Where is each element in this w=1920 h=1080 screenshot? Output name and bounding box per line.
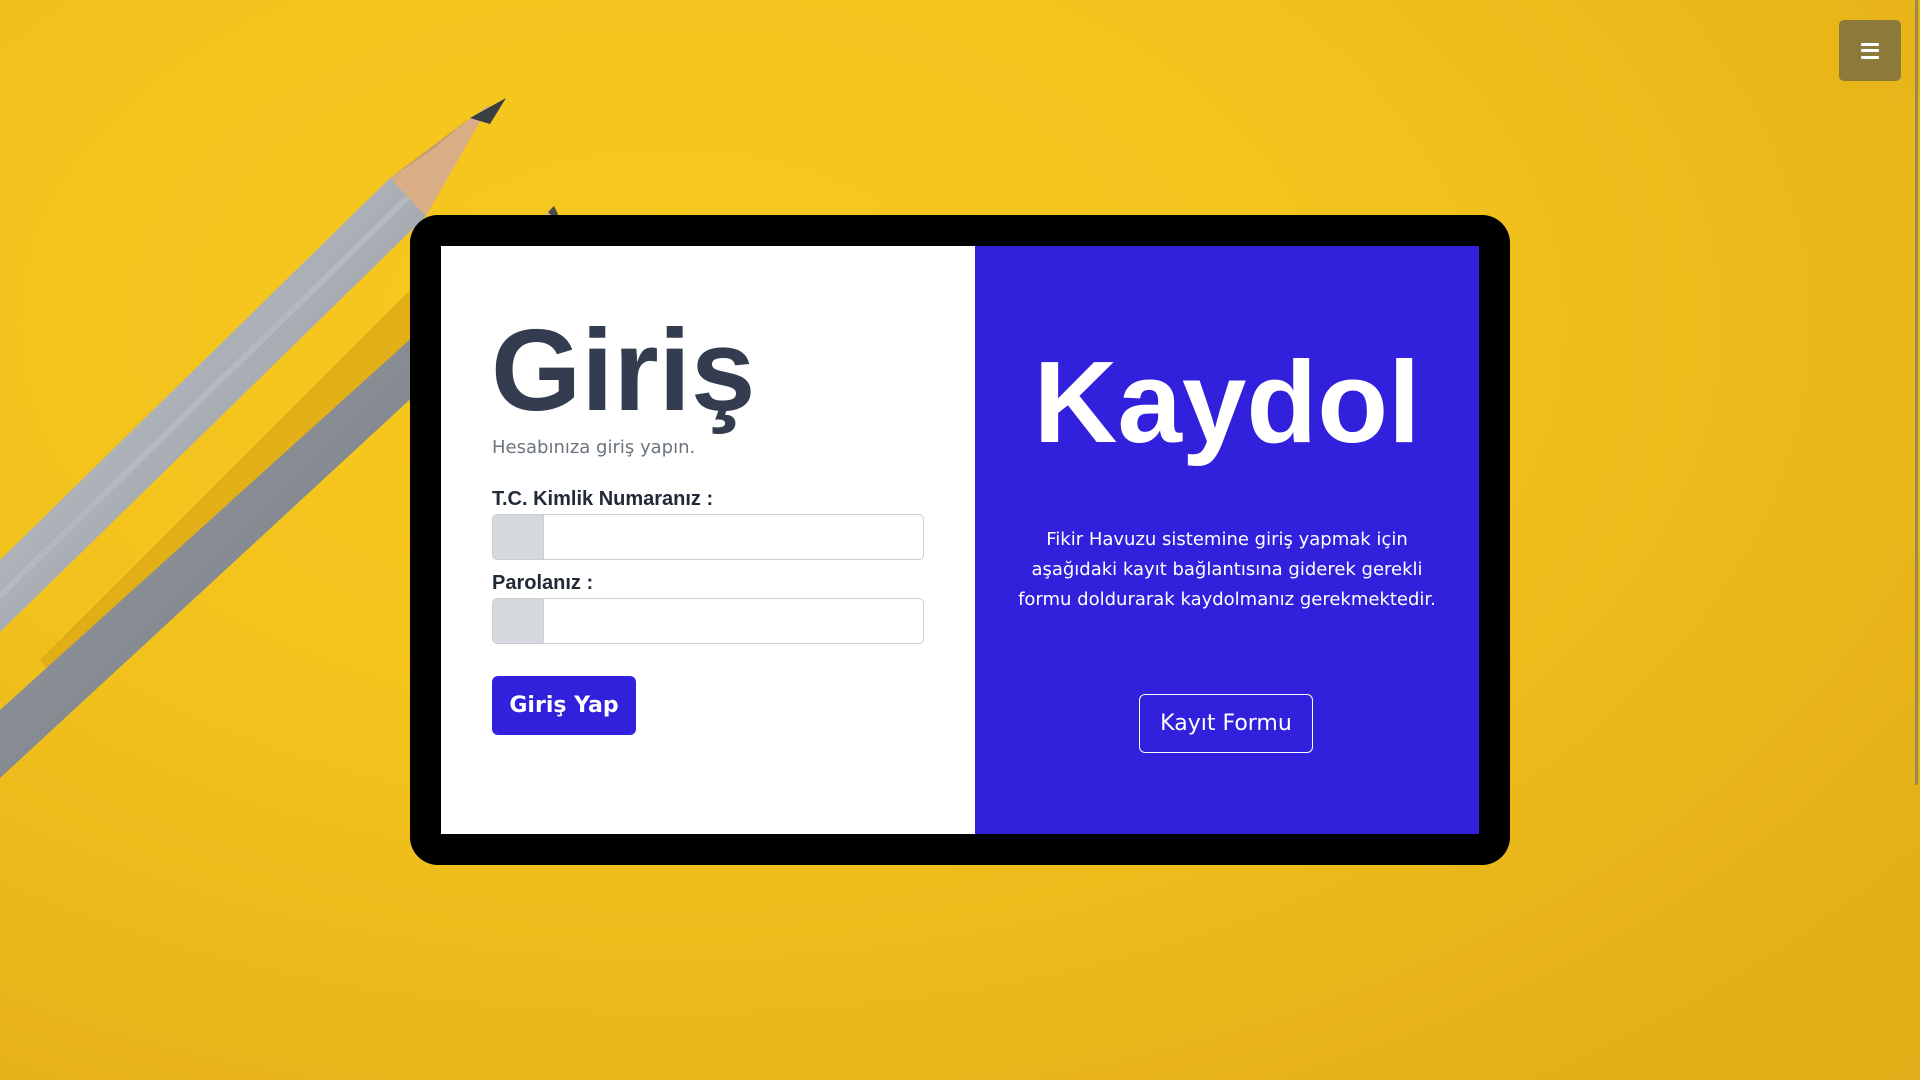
- tablet-screen: Giriş Hesabınıza giriş yapın. T.C. Kimli…: [441, 246, 1479, 834]
- hamburger-icon: [1861, 42, 1879, 59]
- login-subtitle: Hesabınıza giriş yapın.: [492, 437, 696, 458]
- tablet-frame: Giriş Hesabınıza giriş yapın. T.C. Kimli…: [410, 215, 1510, 865]
- signup-panel: Kaydol Fikir Havuzu sistemine giriş yapm…: [975, 246, 1479, 834]
- signup-title: Kaydol: [1033, 337, 1421, 467]
- password-label: Parolanız :: [492, 572, 594, 594]
- signup-description: Fikir Havuzu sistemine giriş yapmak için…: [1018, 529, 1436, 610]
- tc-input-addon: [493, 515, 544, 559]
- scrollbar-thumb[interactable]: [1915, 0, 1918, 785]
- register-form-button[interactable]: Kayıt Formu: [1139, 694, 1313, 753]
- tc-input-group: [492, 514, 924, 560]
- tc-input[interactable]: [544, 515, 923, 559]
- page-background: Giriş Hesabınıza giriş yapın. T.C. Kimli…: [0, 0, 1920, 1080]
- password-input-group: [492, 598, 924, 644]
- password-input[interactable]: [544, 599, 923, 643]
- login-panel: Giriş Hesabınıza giriş yapın. T.C. Kimli…: [441, 246, 975, 834]
- password-input-addon: [493, 599, 544, 643]
- login-button[interactable]: Giriş Yap: [492, 676, 636, 735]
- tc-label: T.C. Kimlik Numaranız :: [492, 488, 714, 510]
- menu-button[interactable]: [1839, 20, 1901, 81]
- scrollbar[interactable]: [1913, 0, 1920, 1080]
- login-title: Giriş: [491, 305, 756, 435]
